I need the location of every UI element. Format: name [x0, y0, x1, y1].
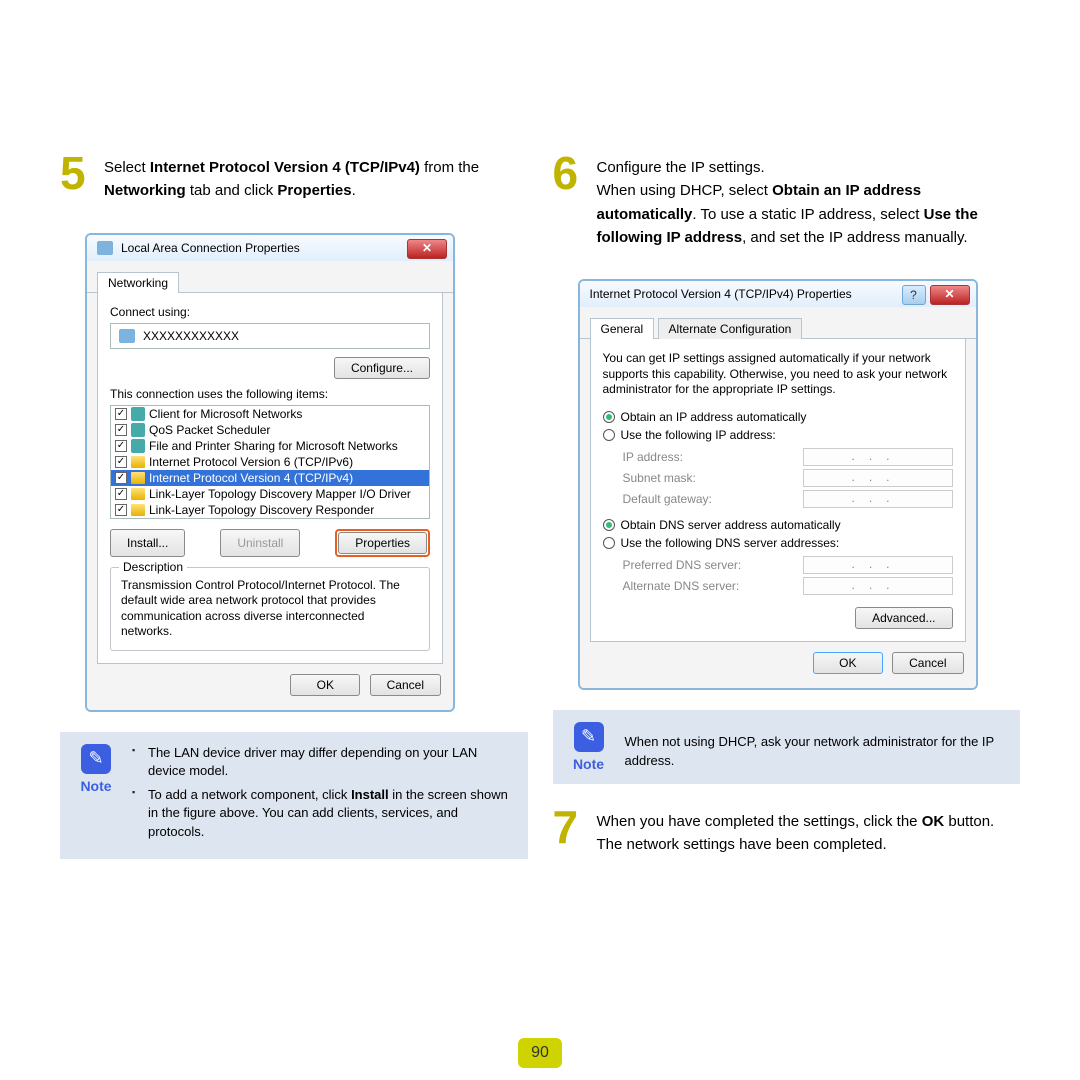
step-5-text: Select Internet Protocol Version 4 (TCP/…: [104, 150, 528, 203]
list-item[interactable]: ✓Link-Layer Topology Discovery Responder: [111, 502, 429, 518]
window-icon: [97, 241, 113, 255]
note-body: The LAN device driver may differ dependi…: [132, 744, 514, 847]
checkbox-icon[interactable]: ✓: [115, 408, 127, 420]
note-body: When not using DHCP, ask your network ad…: [625, 722, 1007, 772]
list-item[interactable]: ✓File and Printer Sharing for Microsoft …: [111, 438, 429, 454]
radio-use-dns[interactable]: Use the following DNS server addresses:: [603, 536, 953, 550]
network-items-list[interactable]: ✓Client for Microsoft Networks✓QoS Packe…: [110, 405, 430, 519]
pencil-icon: ✎: [574, 722, 604, 752]
configure-button[interactable]: Configure...: [334, 357, 430, 379]
step-6-number: 6: [553, 150, 587, 249]
step-6-text: Configure the IP settings. When using DH…: [597, 150, 1021, 249]
tab-alternate[interactable]: Alternate Configuration: [658, 318, 803, 339]
close-button[interactable]: ✕: [407, 239, 447, 259]
alt-dns-label: Alternate DNS server:: [623, 579, 740, 593]
step-7-number: 7: [553, 804, 587, 857]
cancel-button[interactable]: Cancel: [892, 652, 963, 674]
pref-dns-field[interactable]: ...: [803, 556, 953, 574]
item-icon: [131, 488, 145, 500]
ip-address-label: IP address:: [623, 450, 683, 464]
item-icon: [131, 423, 145, 437]
gateway-field[interactable]: ...: [803, 490, 953, 508]
subnet-label: Subnet mask:: [623, 471, 696, 485]
ok-button[interactable]: OK: [813, 652, 883, 674]
ok-button[interactable]: OK: [290, 674, 360, 696]
properties-button[interactable]: Properties: [338, 532, 427, 554]
note-label: Note: [567, 756, 611, 772]
note-bullet: The LAN device driver may differ dependi…: [132, 744, 514, 780]
radio-use-ip[interactable]: Use the following IP address:: [603, 428, 953, 442]
uninstall-button[interactable]: Uninstall: [220, 529, 300, 557]
item-icon: [131, 504, 145, 516]
item-icon: [131, 439, 145, 453]
radio-obtain-dns[interactable]: Obtain DNS server address automatically: [603, 518, 953, 532]
advanced-button[interactable]: Advanced...: [855, 607, 952, 629]
cancel-button[interactable]: Cancel: [370, 674, 441, 696]
window-title: Internet Protocol Version 4 (TCP/IPv4) P…: [590, 287, 852, 301]
page-number: 90: [518, 1038, 562, 1068]
adapter-icon: [119, 329, 135, 343]
step-7-text: When you have completed the settings, cl…: [597, 804, 995, 857]
list-item[interactable]: ✓Client for Microsoft Networks: [111, 406, 429, 422]
checkbox-icon[interactable]: ✓: [115, 440, 127, 452]
step-5-number: 5: [60, 150, 94, 203]
ip-address-field[interactable]: ...: [803, 448, 953, 466]
list-item[interactable]: ✓Internet Protocol Version 4 (TCP/IPv4): [111, 470, 429, 486]
description-text: Transmission Control Protocol/Internet P…: [121, 578, 419, 640]
window-title: Local Area Connection Properties: [121, 241, 300, 255]
note-bullet: To add a network component, click Instal…: [132, 786, 514, 841]
item-icon: [131, 472, 145, 484]
info-text: You can get IP settings assigned automat…: [603, 351, 953, 398]
checkbox-icon[interactable]: ✓: [115, 472, 127, 484]
checkbox-icon[interactable]: ✓: [115, 488, 127, 500]
tab-networking[interactable]: Networking: [97, 272, 179, 293]
item-icon: [131, 456, 145, 468]
list-item[interactable]: ✓QoS Packet Scheduler: [111, 422, 429, 438]
tab-general[interactable]: General: [590, 318, 655, 339]
note-label: Note: [74, 778, 118, 794]
connect-using-label: Connect using:: [110, 305, 430, 319]
checkbox-icon[interactable]: ✓: [115, 424, 127, 436]
pencil-icon: ✎: [81, 744, 111, 774]
checkbox-icon[interactable]: ✓: [115, 456, 127, 468]
help-button[interactable]: ?: [902, 285, 926, 305]
gateway-label: Default gateway:: [623, 492, 712, 506]
items-label: This connection uses the following items…: [110, 387, 430, 401]
subnet-field[interactable]: ...: [803, 469, 953, 487]
alt-dns-field[interactable]: ...: [803, 577, 953, 595]
checkbox-icon[interactable]: ✓: [115, 504, 127, 516]
list-item[interactable]: ✓Internet Protocol Version 6 (TCP/IPv6): [111, 454, 429, 470]
item-icon: [131, 407, 145, 421]
adapter-field: XXXXXXXXXXXX: [110, 323, 430, 349]
list-item[interactable]: ✓Link-Layer Topology Discovery Mapper I/…: [111, 486, 429, 502]
install-button[interactable]: Install...: [110, 529, 185, 557]
pref-dns-label: Preferred DNS server:: [623, 558, 742, 572]
close-button[interactable]: ✕: [930, 285, 970, 305]
description-label: Description: [119, 560, 187, 574]
radio-obtain-ip[interactable]: Obtain an IP address automatically: [603, 410, 953, 424]
